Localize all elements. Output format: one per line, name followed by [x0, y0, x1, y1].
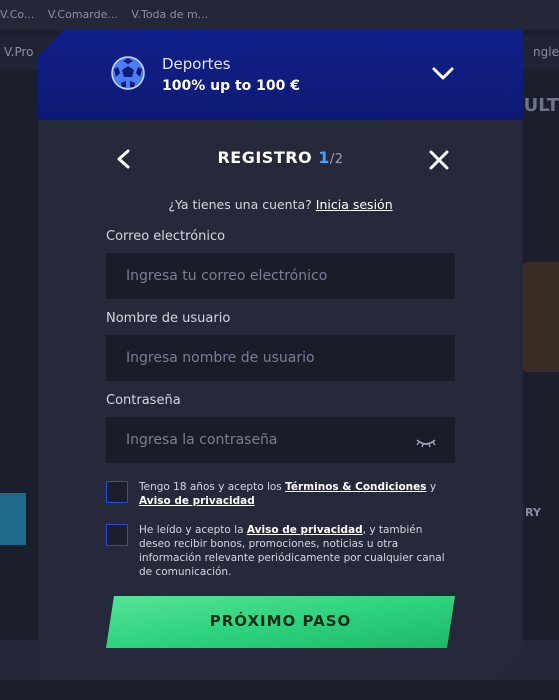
- background-right-tab: ngle: [533, 45, 559, 59]
- background-crumb: V.Co...: [0, 8, 35, 21]
- username-label: Nombre de usuario: [106, 311, 231, 326]
- login-prompt: ¿Ya tienes una cuenta? Inicia sesión: [38, 197, 523, 212]
- background-left-tab: V.Pro: [4, 45, 34, 59]
- promo-sport-label: Deportes: [162, 55, 231, 73]
- age-terms-prefix: Tengo 18 años y acepto los: [139, 481, 282, 493]
- login-link[interactable]: Inicia sesión: [316, 197, 393, 212]
- promo-bonus-label: 100% up to 100 €: [162, 78, 301, 94]
- background-crumb: V.Toda de m...: [131, 8, 209, 21]
- eye-closed-icon[interactable]: [415, 437, 437, 449]
- privacy-link[interactable]: Aviso de privacidad: [139, 495, 255, 507]
- marketing-consent-checkbox[interactable]: [106, 524, 128, 546]
- step-total: /2: [329, 152, 344, 167]
- background-card-right: [523, 262, 559, 372]
- password-field[interactable]: [106, 417, 455, 463]
- marketing-prefix: He leído y acepto la: [139, 524, 244, 536]
- email-label: Correo electrónico: [106, 229, 226, 244]
- age-terms-text: Tengo 18 años y acepto los Términos & Co…: [139, 480, 439, 508]
- background-breadcrumbs: V.Co... V.Comarde... V.Toda de m...: [0, 8, 218, 21]
- step-current: 1: [318, 148, 330, 167]
- password-label: Contraseña: [106, 393, 181, 408]
- terms-link[interactable]: Términos & Condiciones: [285, 481, 426, 493]
- age-terms-and: y: [429, 481, 437, 493]
- background-card-left: [0, 493, 26, 545]
- next-step-button[interactable]: PRÓXIMO PASO: [106, 596, 455, 648]
- marketing-consent-text: He leído y acepto la Aviso de privacidad…: [139, 523, 455, 579]
- close-icon[interactable]: [428, 149, 450, 171]
- email-field[interactable]: [106, 253, 455, 299]
- registration-modal: Deportes 100% up to 100 € REGISTRO 1/2 ¿…: [38, 30, 523, 680]
- title-text: REGISTRO: [217, 148, 313, 167]
- username-field[interactable]: [106, 335, 455, 381]
- marketing-privacy-link[interactable]: Aviso de privacidad: [247, 524, 363, 536]
- age-terms-checkbox[interactable]: [106, 481, 128, 503]
- background-crumb: V.Comarde...: [47, 8, 118, 21]
- page-title: REGISTRO 1/2: [38, 148, 523, 167]
- background-label: RY: [525, 506, 541, 519]
- promo-banner[interactable]: Deportes 100% up to 100 €: [38, 30, 523, 120]
- soccer-ball-icon: [111, 56, 145, 90]
- login-question: ¿Ya tienes una cuenta?: [168, 197, 312, 212]
- chevron-down-icon[interactable]: [431, 66, 455, 82]
- next-step-label: PRÓXIMO PASO: [209, 612, 352, 630]
